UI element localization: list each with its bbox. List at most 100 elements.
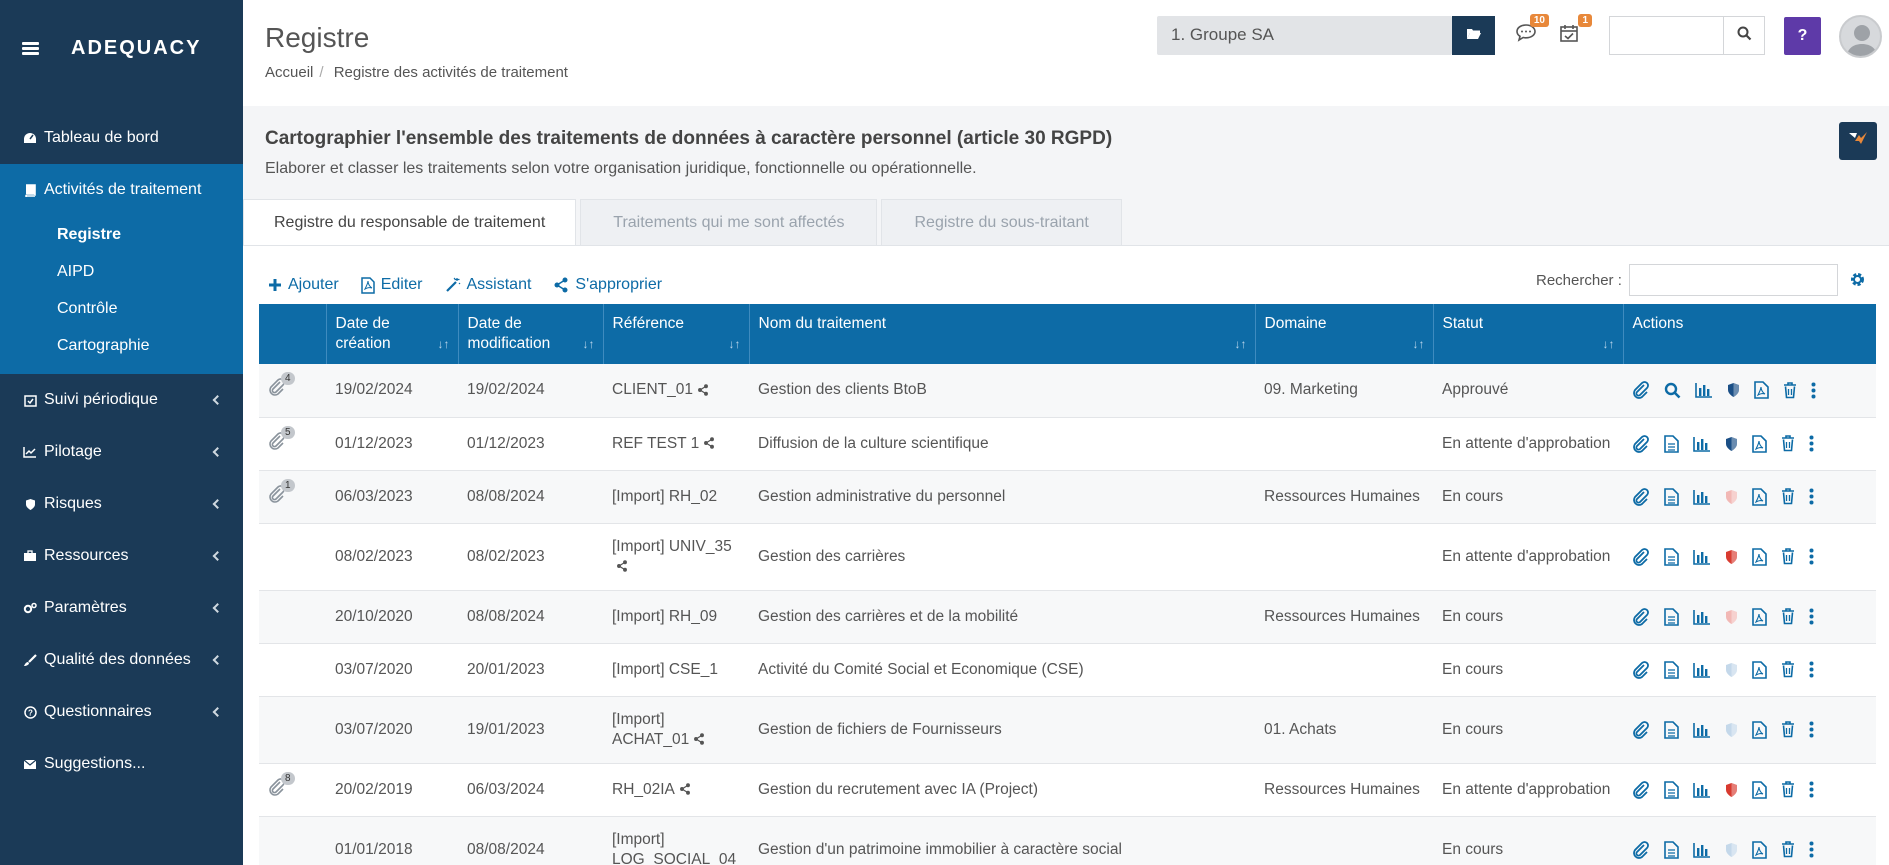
file-pdf-icon[interactable] [1752,547,1767,566]
shield-icon[interactable] [1727,382,1740,398]
sidebar-item-suivi[interactable]: Suivi périodique [0,374,243,426]
trash-icon[interactable] [1781,781,1795,798]
corner-action-button[interactable] [1839,122,1877,160]
paperclip-icon[interactable] [1632,780,1650,799]
file-text-icon[interactable] [1664,487,1679,506]
tab-affectes[interactable]: Traitements qui me sont affectés [580,199,878,245]
table-row[interactable]: 08/02/2023 08/02/2023 [Import] UNIV_35 Gest… [259,523,1876,590]
table-row[interactable]: 03/07/2020 19/01/2023 [Import] ACHAT_01 Gest… [259,696,1876,763]
trash-icon[interactable] [1781,661,1795,678]
bar-chart-icon[interactable] [1695,382,1713,399]
sidebar-item-parametres[interactable]: Paramètres [0,582,243,634]
shield-icon[interactable] [1725,489,1738,505]
attachments-cell[interactable] [259,643,326,696]
name-cell[interactable]: Diffusion de la culture scientifique [749,417,1255,470]
file-pdf-icon[interactable] [1752,780,1767,799]
file-text-icon[interactable] [1664,607,1679,626]
name-cell[interactable]: Gestion du recrutement avec IA (Project) [749,763,1255,816]
more-vertical-icon[interactable] [1809,661,1814,678]
attachments-cell[interactable] [259,523,326,590]
breadcrumb-home[interactable]: Accueil [265,64,313,81]
bar-chart-icon[interactable] [1693,722,1711,738]
trash-icon[interactable] [1781,841,1795,858]
name-cell[interactable]: Activité du Comité Social et Economique … [749,643,1255,696]
bar-chart-icon[interactable] [1693,782,1711,798]
col-reference[interactable]: Référence ↓↑ [603,304,750,364]
shield-icon[interactable] [1725,662,1738,678]
shield-icon[interactable] [1725,436,1738,452]
shield-icon[interactable] [1725,842,1738,858]
sidebar-item-pilotage[interactable]: Pilotage [0,426,243,478]
more-vertical-icon[interactable] [1811,382,1816,399]
table-row[interactable]: 01/01/2018 08/08/2024 [Import] LOG_SOCIAL_0… [259,816,1876,865]
attachments-cell[interactable] [259,816,326,865]
trash-icon[interactable] [1783,381,1797,399]
avatar[interactable] [1839,15,1882,58]
sidebar-item-dashboard[interactable]: Tableau de bord [0,112,243,164]
file-text-icon[interactable] [1664,547,1679,566]
sidebar-item-activites[interactable]: Activités de traitement [0,164,243,216]
more-vertical-icon[interactable] [1809,841,1814,858]
name-cell[interactable]: Gestion des clients BtoB [749,364,1255,417]
menu-toggle-icon[interactable] [22,41,39,55]
table-row[interactable]: 20/10/2020 08/08/2024 [Import] RH_09 Gestio… [259,590,1876,643]
shield-icon[interactable] [1725,549,1738,565]
file-text-icon[interactable] [1664,720,1679,739]
file-pdf-icon[interactable] [1752,487,1767,506]
header-search-button[interactable] [1723,16,1765,55]
paperclip-icon[interactable] [1632,720,1650,739]
table-row[interactable]: 5 01/12/2023 01/12/2023 REF TEST 1 Diffusion… [259,417,1876,470]
col-created[interactable]: Date de création ↓↑ [326,304,459,364]
messages-button[interactable]: 10 [1511,14,1549,50]
sidebar-item-suggestions[interactable]: Suggestions... [0,738,243,790]
sidebar-item-ressources[interactable]: Ressources [0,530,243,582]
attachments-cell[interactable] [259,696,326,763]
bar-chart-icon[interactable] [1693,842,1711,858]
attachments-cell[interactable] [259,590,326,643]
file-pdf-icon[interactable] [1752,434,1767,453]
trash-icon[interactable] [1781,488,1795,505]
paperclip-icon[interactable] [1632,434,1650,453]
bar-chart-icon[interactable] [1693,609,1711,625]
name-cell[interactable]: Gestion des carrières et de la mobilité [749,590,1255,643]
tab-responsable[interactable]: Registre du responsable de traitement [243,199,577,245]
paperclip-icon[interactable] [1632,660,1650,679]
bar-chart-icon[interactable] [1693,489,1711,505]
col-modified[interactable]: Date de modification ↓↑ [458,304,604,364]
header-search-input[interactable] [1609,16,1723,55]
name-cell[interactable]: Gestion administrative du personnel [749,470,1255,523]
attachments-cell[interactable]: 4 [259,364,326,417]
more-vertical-icon[interactable] [1809,781,1814,798]
name-cell[interactable]: Gestion de fichiers de Fournisseurs [749,696,1255,763]
attachments-cell[interactable]: 8 [259,763,326,816]
col-domain[interactable]: Domaine ↓↑ [1255,304,1434,364]
paperclip-icon[interactable] [1632,547,1650,566]
sidebar-item-qualite[interactable]: Qualité des données [0,634,243,686]
col-name[interactable]: Nom du traitement ↓↑ [749,304,1256,364]
col-status[interactable]: Statut ↓↑ [1433,304,1624,364]
file-pdf-icon[interactable] [1752,840,1767,859]
file-pdf-icon[interactable] [1752,720,1767,739]
table-row[interactable]: 1 06/03/2023 08/08/2024 [Import] RH_02 Gesti… [259,470,1876,523]
name-cell[interactable]: Gestion des carrières [749,523,1255,590]
bar-chart-icon[interactable] [1693,549,1711,565]
table-row[interactable]: 03/07/2020 20/01/2023 [Import] CSE_1 Activi… [259,643,1876,696]
file-text-icon[interactable] [1664,660,1679,679]
more-vertical-icon[interactable] [1809,608,1814,625]
file-text-icon[interactable] [1664,434,1679,453]
help-button[interactable]: ? [1784,17,1821,55]
subnav-registre[interactable]: Registre [0,216,243,253]
tasks-button[interactable]: 1 [1554,14,1592,50]
tab-sous-traitant[interactable]: Registre du sous-traitant [881,199,1122,245]
more-vertical-icon[interactable] [1809,435,1814,452]
shield-icon[interactable] [1725,609,1738,625]
add-button[interactable]: Ajouter [268,276,339,294]
trash-icon[interactable] [1781,548,1795,565]
more-vertical-icon[interactable] [1809,488,1814,505]
subnav-aipd[interactable]: AIPD [0,253,243,290]
attachments-cell[interactable]: 1 [259,470,326,523]
paperclip-icon[interactable] [1632,487,1650,506]
more-vertical-icon[interactable] [1809,548,1814,565]
bar-chart-icon[interactable] [1693,436,1711,452]
bar-chart-icon[interactable] [1693,662,1711,678]
